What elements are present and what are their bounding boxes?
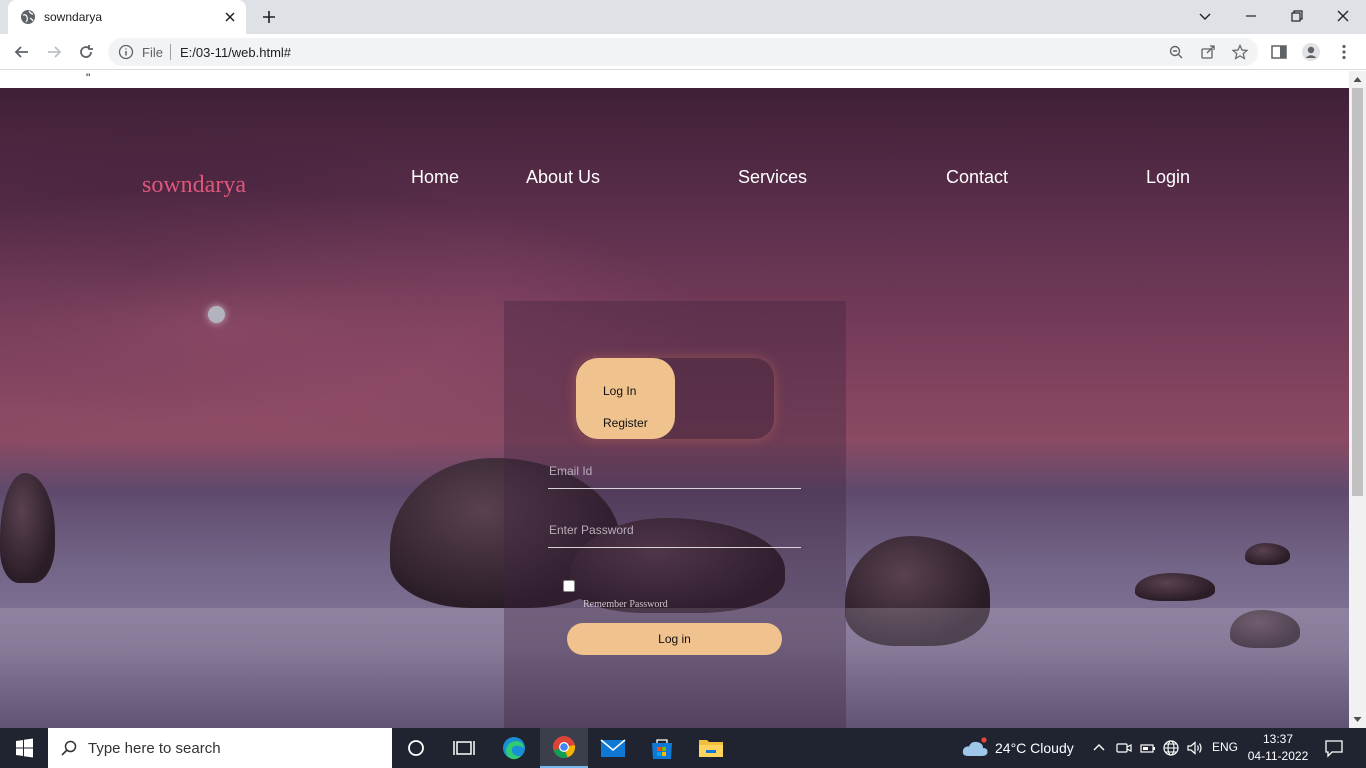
nav-contact[interactable]: Contact [946, 167, 1008, 188]
notification-center-icon[interactable] [1324, 738, 1344, 758]
omnibox-divider [170, 44, 171, 60]
stray-text: " [86, 71, 91, 85]
password-field[interactable]: Enter Password [548, 518, 801, 548]
taskbar-clock[interactable]: 13:37 04-11-2022 [1240, 731, 1316, 765]
nav-about-us[interactable]: About Us [526, 167, 600, 188]
forward-icon[interactable] [44, 42, 64, 62]
browser-tab[interactable]: sowndarya [8, 0, 246, 34]
password-placeholder: Enter Password [549, 523, 634, 537]
rock-image [1245, 543, 1290, 565]
clock-time: 13:37 [1262, 732, 1294, 746]
hero-background: sowndarya Home About Us Services Contact… [0, 88, 1349, 728]
page-viewport: " sowndarya Home About Us Services Conta… [0, 71, 1366, 728]
new-tab-icon[interactable] [261, 9, 277, 25]
vertical-scrollbar[interactable] [1349, 71, 1366, 728]
login-submit-button[interactable]: Log in [567, 623, 782, 655]
tab-title: sowndarya [44, 10, 103, 24]
close-tab-icon[interactable] [222, 9, 238, 25]
bookmark-star-icon[interactable] [1232, 44, 1248, 60]
nav-services[interactable]: Services [738, 167, 807, 188]
globe-icon [21, 10, 35, 24]
profile-avatar-icon[interactable] [1301, 42, 1321, 62]
toggle-login-button[interactable]: Log In [603, 384, 636, 398]
reload-icon[interactable] [76, 42, 96, 62]
task-view-icon[interactable] [440, 728, 488, 768]
rock-image [0, 473, 55, 583]
nav-home[interactable]: Home [411, 167, 459, 188]
tray-expand-chevron-icon[interactable] [1090, 739, 1108, 757]
close-window-icon[interactable] [1333, 6, 1353, 26]
nav-login[interactable]: Login [1146, 167, 1190, 188]
browser-toolbar: File E:/03-11/web.html# [0, 34, 1366, 70]
remember-label: Remember Password [583, 599, 668, 610]
zoom-icon[interactable] [1168, 44, 1184, 60]
windows-start-icon[interactable] [0, 728, 48, 768]
browser-tabstrip: sowndarya [0, 0, 1366, 34]
remember-checkbox[interactable] [563, 580, 575, 592]
file-explorer-icon[interactable] [687, 728, 735, 768]
info-icon[interactable] [118, 44, 134, 60]
cortana-icon[interactable] [392, 728, 440, 768]
scrollbar-thumb[interactable] [1352, 88, 1363, 496]
minimize-icon[interactable] [1241, 6, 1261, 26]
email-field[interactable]: Email Id [548, 459, 801, 489]
edge-icon[interactable] [490, 728, 538, 768]
share-icon[interactable] [1200, 44, 1216, 60]
taskbar-search-box[interactable]: Type here to search [48, 728, 392, 768]
url-text[interactable]: E:/03-11/web.html# [180, 45, 291, 60]
scroll-up-icon[interactable] [1353, 75, 1362, 84]
network-globe-icon[interactable] [1162, 739, 1180, 757]
battery-icon[interactable] [1139, 739, 1157, 757]
windows-taskbar: Type here to search 24°C Cloudy ENG 13:3… [0, 728, 1366, 768]
sun-image [208, 306, 225, 323]
cloudy-weather-icon[interactable] [961, 737, 989, 759]
toggle-register-button[interactable]: Register [603, 416, 648, 430]
language-indicator[interactable]: ENG [1212, 740, 1238, 754]
login-form-panel: Log In Register Email Id Enter Password … [504, 301, 846, 728]
site-logo[interactable]: sowndarya [142, 172, 246, 199]
form-toggle: Log In Register [576, 358, 774, 439]
chrome-taskbar-button[interactable] [540, 728, 588, 768]
volume-icon[interactable] [1186, 739, 1204, 757]
rock-image [1135, 573, 1215, 601]
side-panel-icon[interactable] [1269, 42, 1289, 62]
url-scheme-label: File [142, 45, 163, 60]
restore-icon[interactable] [1287, 6, 1307, 26]
back-icon[interactable] [12, 42, 32, 62]
address-bar[interactable]: File E:/03-11/web.html# [108, 38, 1258, 66]
tab-search-chevron-icon[interactable] [1195, 6, 1215, 26]
meet-now-icon[interactable] [1115, 739, 1133, 757]
store-icon[interactable] [638, 728, 686, 768]
scroll-down-icon[interactable] [1353, 715, 1362, 724]
search-placeholder: Type here to search [88, 740, 221, 757]
email-placeholder: Email Id [549, 464, 593, 478]
menu-kebab-icon[interactable] [1334, 42, 1354, 62]
chrome-icon [553, 736, 576, 758]
clock-date: 04-11-2022 [1247, 749, 1309, 763]
mail-icon[interactable] [589, 728, 637, 768]
weather-text[interactable]: 24°C Cloudy [995, 740, 1074, 756]
search-icon [61, 740, 77, 756]
